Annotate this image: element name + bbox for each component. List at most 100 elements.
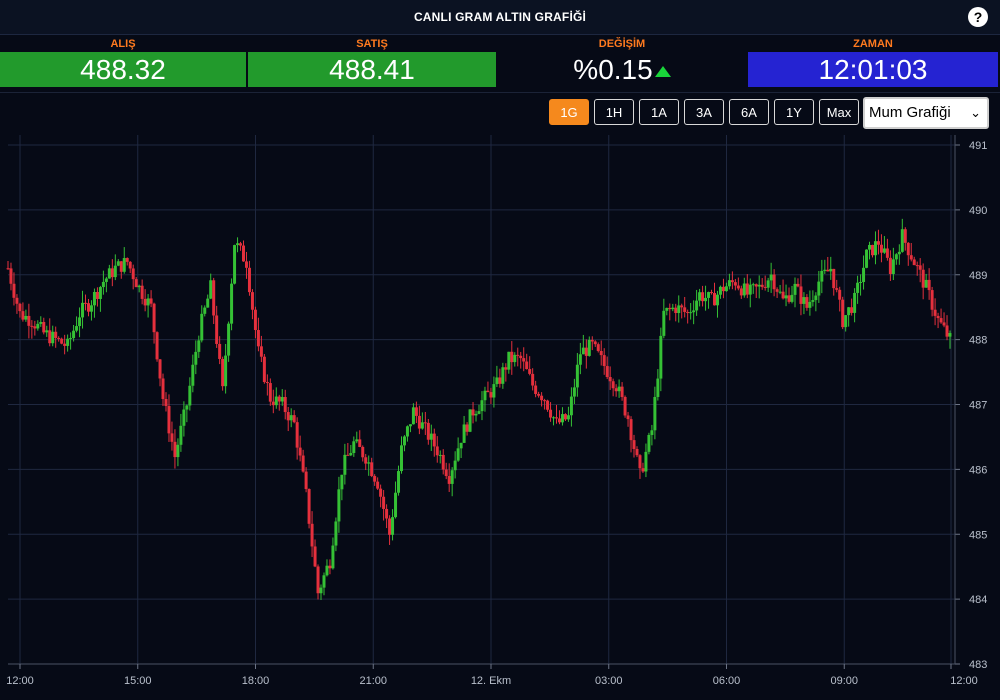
candle-body xyxy=(605,366,609,378)
candle-body xyxy=(701,292,705,302)
candle-body xyxy=(525,361,529,370)
candle-body xyxy=(930,290,934,310)
candle-body xyxy=(483,390,487,401)
y-tick-label: 489 xyxy=(969,270,987,282)
candle-body xyxy=(635,448,639,456)
candle-body xyxy=(677,305,681,314)
candle-body xyxy=(36,323,40,329)
candle-body xyxy=(24,315,28,320)
candle-body xyxy=(116,261,120,266)
candle-body xyxy=(405,426,409,437)
candle-body xyxy=(78,317,82,327)
candle-body xyxy=(760,284,764,287)
candle-body xyxy=(438,454,442,456)
candle-body xyxy=(310,523,314,547)
chart-type-select[interactable]: Mum Grafiği ⌄ xyxy=(863,97,989,129)
sell-value: 488.41 xyxy=(248,52,496,87)
candle-body xyxy=(233,245,237,284)
range-button-max[interactable]: Max xyxy=(819,99,859,125)
candle-body xyxy=(60,338,64,344)
candle-body xyxy=(349,452,353,456)
candle-body xyxy=(513,354,517,363)
candle-body xyxy=(170,433,174,442)
candle-body xyxy=(668,307,672,310)
candle-body xyxy=(402,436,406,446)
candle-body xyxy=(692,310,696,313)
candle-body xyxy=(557,418,561,423)
candle-body xyxy=(361,446,365,458)
candle-body xyxy=(18,303,22,312)
candle-body xyxy=(650,430,654,435)
range-button-6a[interactable]: 6A xyxy=(729,99,769,125)
candle-body xyxy=(72,330,76,339)
candle-body xyxy=(757,284,761,287)
candlestick-chart[interactable]: 483 484 485 486 487 488 489 490 491 12:00 15:00 18… xyxy=(0,133,1000,700)
range-button-1a[interactable]: 1A xyxy=(639,99,679,125)
range-button-1g[interactable]: 1G xyxy=(549,99,589,125)
candle-body xyxy=(653,396,657,431)
candle-body xyxy=(242,245,245,262)
candle-body xyxy=(900,229,904,252)
candle-body xyxy=(364,457,368,464)
candle-body xyxy=(259,346,263,357)
candle-body xyxy=(841,299,845,328)
candle-body xyxy=(408,424,412,427)
candle-body xyxy=(566,415,570,420)
candle-body xyxy=(721,286,725,292)
candle-body xyxy=(918,265,922,270)
candle-body xyxy=(227,323,231,356)
change-label: DEĞİŞİM xyxy=(598,38,646,50)
y-tick-label: 491 xyxy=(969,140,987,152)
candle-body xyxy=(95,291,99,299)
range-button-3a[interactable]: 3A xyxy=(684,99,724,125)
candle-body xyxy=(581,347,585,355)
candle-body xyxy=(644,451,648,472)
candle-body xyxy=(307,489,311,524)
candle-body xyxy=(256,330,260,347)
candle-body xyxy=(552,417,556,419)
time-value: 12:01:03 xyxy=(748,52,998,87)
candle-body xyxy=(569,396,573,416)
y-tick-label: 490 xyxy=(969,205,987,217)
candle-body xyxy=(143,298,147,306)
candle-body xyxy=(81,302,85,318)
candle-body xyxy=(638,455,642,469)
candle-body xyxy=(271,401,275,406)
help-icon[interactable]: ? xyxy=(968,7,988,27)
quote-panel: ALIŞ 488.32 SATIŞ 488.41 DEĞİŞİM %0.15 Z… xyxy=(0,36,1000,90)
candle-body xyxy=(891,259,895,274)
candle-body xyxy=(370,462,374,477)
y-tick-label: 486 xyxy=(969,464,987,476)
candle-body xyxy=(167,406,171,434)
candle-body xyxy=(441,454,445,470)
candle-body xyxy=(54,331,58,338)
candle-body xyxy=(847,307,851,316)
candle-body xyxy=(134,279,138,288)
candle-body xyxy=(277,396,281,402)
candle-body xyxy=(435,446,439,456)
candle-body xyxy=(546,400,550,410)
candle-body xyxy=(888,257,892,274)
candle-body xyxy=(686,311,690,313)
candle-body xyxy=(301,455,305,472)
candle-body xyxy=(379,488,383,497)
candle-body xyxy=(596,344,600,351)
candle-body xyxy=(173,441,177,458)
candle-body xyxy=(850,307,854,313)
x-tick-label: 12:00 xyxy=(6,675,34,687)
candle-body xyxy=(519,355,523,359)
candle-body xyxy=(718,286,722,295)
candle-body xyxy=(63,343,67,346)
candle-body xyxy=(477,411,481,414)
candle-body xyxy=(516,354,520,356)
candle-body xyxy=(397,471,401,493)
range-button-1h[interactable]: 1H xyxy=(594,99,634,125)
candle-body xyxy=(879,244,883,253)
candle-body xyxy=(110,268,114,278)
range-button-1y[interactable]: 1Y xyxy=(774,99,814,125)
candle-body xyxy=(221,358,225,387)
candle-body xyxy=(212,280,216,316)
candle-body xyxy=(662,310,666,336)
candle-body xyxy=(942,322,946,326)
candle-body xyxy=(9,268,13,284)
